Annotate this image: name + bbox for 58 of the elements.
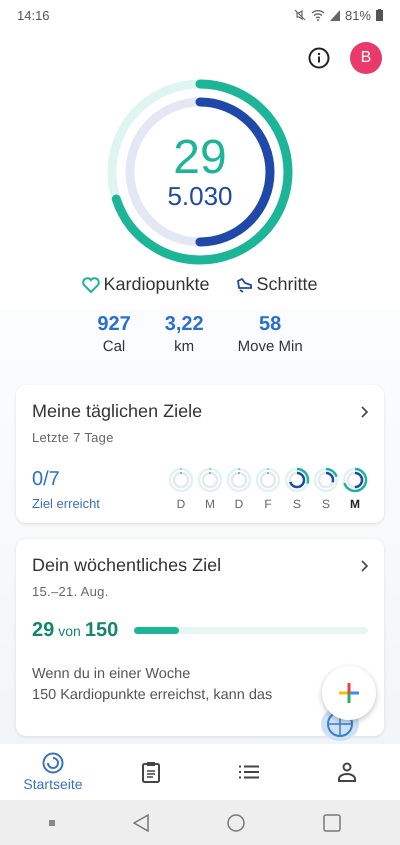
day-label: D (234, 497, 244, 511)
daily-goals-card[interactable]: Meine täglichen Ziele Letzte 7 Tage 0/7 Ziel erreicht D M D F S S M (16, 385, 384, 523)
battery-icon (376, 9, 383, 21)
recents-icon[interactable] (323, 814, 341, 832)
weekly-goal-card[interactable]: Dein wöchentliches Ziel 15.–21. Aug. 29 von 150 Wenn du in einer Woche 150 Kardiopunkte erreichst, kann das (16, 539, 384, 736)
weekly-of: von (58, 623, 81, 639)
goal-count-label: Ziel erreicht (32, 496, 100, 510)
card-title: Meine täglichen Ziele (32, 401, 202, 422)
steps-value: 5.030 (167, 182, 233, 210)
description-text: Wenn du in einer Woche (32, 665, 190, 684)
day-ring-icon (168, 467, 194, 493)
plus-icon (337, 681, 361, 705)
day-label: S (322, 497, 330, 511)
legend-label: Schritte (256, 274, 318, 295)
stat-value: 927 (97, 313, 131, 336)
heart-icon (82, 276, 100, 292)
card-subtitle: Letzte 7 Tage (32, 430, 115, 445)
profile-avatar[interactable]: B (350, 42, 382, 74)
wifi-icon (310, 9, 325, 21)
chevron-icon[interactable] (360, 406, 368, 418)
day-ring-icon (313, 467, 339, 493)
legend-label: Kardiopunkte (103, 274, 210, 295)
stat-value: 3,22 (164, 313, 204, 336)
home-icon[interactable] (227, 814, 245, 832)
card-title: Dein wöchentliches Ziel (32, 555, 222, 576)
signal-icon (330, 10, 340, 20)
back-icon[interactable] (133, 814, 149, 832)
nav-item[interactable]: Startseite (23, 752, 83, 792)
day-label: S (292, 497, 301, 511)
card-subtitle: 15.–21. Aug. (32, 584, 110, 599)
day-label: M (350, 497, 360, 511)
mute-icon (294, 9, 306, 21)
weekly-target: 150 (84, 619, 118, 642)
stat-label: Cal (102, 338, 126, 355)
cardio-points-value: 29 (173, 134, 227, 182)
stat-label: km (174, 338, 194, 355)
description-text: 150 Kardiopunkte erreichst, kann das (32, 686, 272, 705)
shoe-icon (236, 276, 254, 292)
day-ring-icon (342, 467, 368, 493)
day-label: M (205, 497, 215, 511)
clipboard-icon (142, 761, 160, 783)
day-ring-icon (255, 467, 281, 493)
day-ring-icon (226, 467, 252, 493)
rings-icon (42, 752, 64, 774)
stat-label: Move Min (238, 338, 303, 355)
battery-level: 81% (344, 8, 371, 22)
chevron-icon[interactable] (360, 560, 368, 572)
info-icon[interactable] (308, 47, 330, 69)
day-ring-icon (284, 467, 310, 493)
weekly-value: 29 (32, 619, 54, 642)
profile-icon (338, 762, 356, 782)
goal-count: 0/7 (32, 468, 61, 490)
status-time: 14:16 (17, 8, 50, 22)
list-icon (239, 765, 259, 779)
day-label: D (176, 497, 186, 511)
day-label: F (264, 497, 272, 511)
day-ring-icon (197, 467, 223, 493)
stat-value: 58 (259, 313, 282, 336)
